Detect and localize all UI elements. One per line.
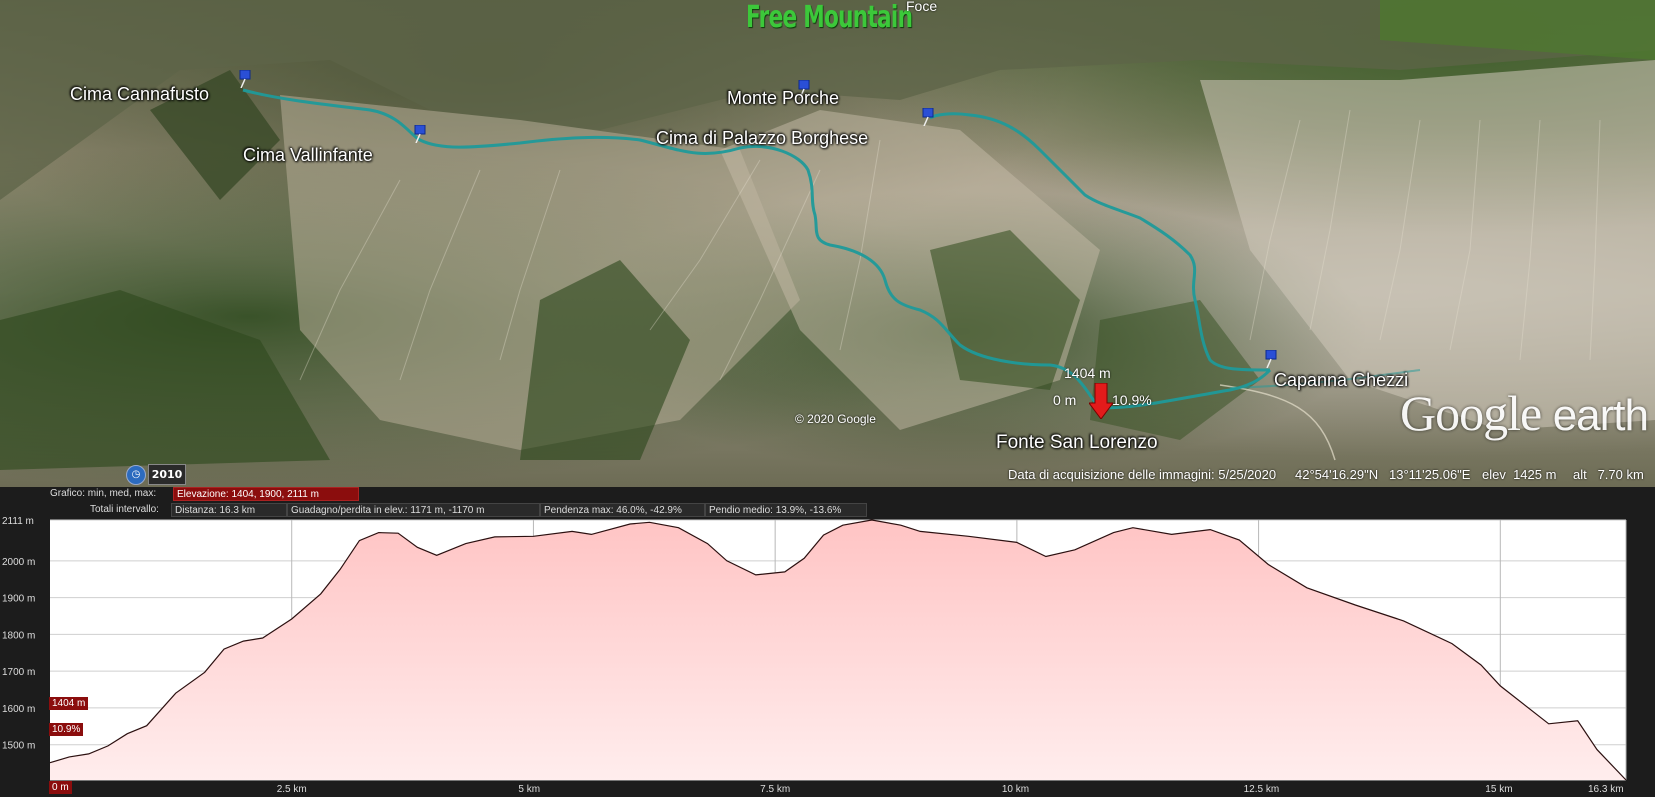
acquisition-date: Data di acquisizione delle immagini: 5/2… xyxy=(1008,467,1277,482)
cursor-slope: 10.9% xyxy=(1112,392,1152,408)
current-elevation-marker: 1404 m xyxy=(49,697,89,710)
y-tick-label: 1800 m xyxy=(2,630,35,641)
placemark-capanna-ghezzi[interactable]: Capanna Ghezzi xyxy=(1274,370,1408,391)
elevation-readout: elev 1425 m xyxy=(1482,467,1557,482)
x-tick-label: 2.5 km xyxy=(277,784,307,795)
elevation-profile-panel[interactable]: Grafico: min, med, max: Elevazione: 1404… xyxy=(0,487,1655,797)
placemark-cima-vallinfante[interactable]: Cima Vallinfante xyxy=(243,145,373,166)
y-tick-label: 1900 m xyxy=(2,594,35,605)
placemark-cima-palazzo-borghese[interactable]: Cima di Palazzo Borghese xyxy=(656,128,868,149)
altitude-readout: alt 7.70 km xyxy=(1573,467,1644,482)
map-view[interactable]: Free Mountain Foce Cima Cannafusto Cima … xyxy=(0,0,1655,487)
x-tick-label: 5 km xyxy=(518,784,540,795)
placemark-cima-cannafusto[interactable]: Cima Cannafusto xyxy=(70,84,209,105)
placemark-fonte-san-lorenzo[interactable]: Fonte San Lorenzo xyxy=(996,432,1158,454)
x-axis-ticks: 2.5 km 5 km 7.5 km 10 km 12.5 km 15 km 16.3 km xyxy=(277,784,1624,795)
pushpin-icon[interactable] xyxy=(922,108,936,126)
current-distance-marker: 0 m xyxy=(49,781,72,794)
x-tick-label: 15 km xyxy=(1485,784,1512,795)
google-earth-logo: Google earth xyxy=(1400,385,1649,441)
y-tick-label: 1500 m xyxy=(2,741,35,752)
pushpin-icon[interactable] xyxy=(239,70,253,88)
y-tick-label: 2111 m xyxy=(2,516,34,527)
y-tick-label: 2000 m xyxy=(2,557,35,568)
latitude-readout: 42°54'16.29"N xyxy=(1295,467,1379,482)
pushpin-icon[interactable] xyxy=(1265,350,1279,368)
longitude-readout: 13°11'25.06"E xyxy=(1389,467,1471,482)
x-tick-label: 12.5 km xyxy=(1244,784,1280,795)
elevation-chart[interactable]: 1500 m 1600 m 1700 m 1800 m 1900 m 2000 m 2111… xyxy=(0,487,1655,797)
x-tick-label: 10 km xyxy=(1002,784,1029,795)
position-arrow-icon xyxy=(1089,383,1113,419)
cursor-distance: 0 m xyxy=(1053,392,1077,408)
copyright-text: © 2020 Google xyxy=(795,412,876,426)
y-tick-label: 1600 m xyxy=(2,704,35,715)
brand-watermark: Free Mountain xyxy=(746,0,913,35)
historical-imagery-clock-icon[interactable]: ◷ xyxy=(126,465,146,485)
y-tick-label: 1700 m xyxy=(2,667,35,678)
cursor-elevation: 1404 m xyxy=(1064,365,1111,381)
imagery-year-button[interactable]: 2010 xyxy=(148,464,186,485)
x-tick-label: 16.3 km xyxy=(1588,784,1624,795)
pushpin-icon[interactable] xyxy=(414,125,428,143)
current-slope-marker: 10.9% xyxy=(49,723,84,736)
x-tick-label: 7.5 km xyxy=(760,784,790,795)
place-label-foce: Foce xyxy=(906,0,938,14)
placemark-monte-porche[interactable]: Monte Porche xyxy=(727,88,839,109)
y-axis-ticks: 1500 m 1600 m 1700 m 1800 m 1900 m 2000 m 2111… xyxy=(2,516,35,752)
